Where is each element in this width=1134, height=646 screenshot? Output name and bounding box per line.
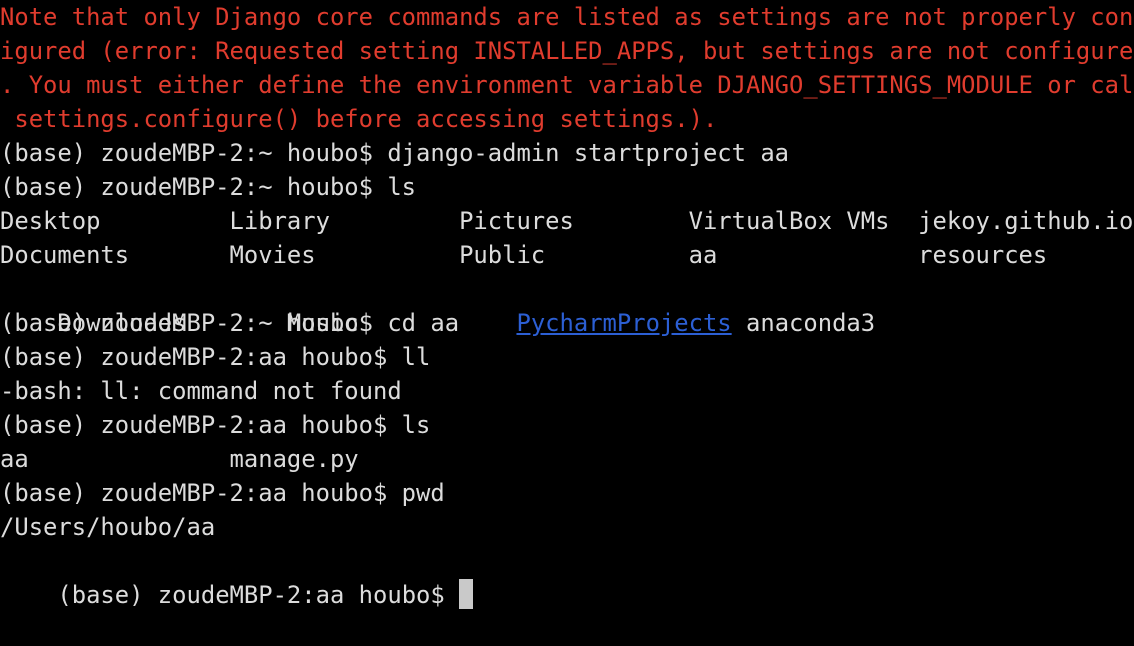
terminal-output-line: . You must either define the environment… bbox=[0, 71, 1134, 99]
terminal-prompt-line: (base) zoudeMBP-2:aa houbo$ pwd bbox=[0, 479, 445, 507]
terminal-prompt-line: (base) zoudeMBP-2:~ houbo$ django-admin … bbox=[0, 139, 790, 167]
terminal-output-line: /Users/houbo/aa bbox=[0, 513, 216, 541]
terminal-prompt-text: (base) zoudeMBP-2:aa houbo$ bbox=[57, 581, 460, 609]
terminal-active-prompt-line[interactable]: (base) zoudeMBP-2:aa houbo$ bbox=[0, 544, 1134, 609]
terminal-output-line: Downloads Music PycharmProjects anaconda… bbox=[0, 272, 1134, 337]
terminal-prompt-line: (base) zoudeMBP-2:~ houbo$ ls bbox=[0, 173, 417, 201]
terminal-output-line: igured (error: Requested setting INSTALL… bbox=[0, 37, 1134, 65]
terminal-output-line: Documents Movies Public aa resources bbox=[0, 241, 1048, 269]
terminal-prompt-line: (base) zoudeMBP-2:aa houbo$ ls bbox=[0, 411, 431, 439]
terminal-output-line: Note that only Django core commands are … bbox=[0, 3, 1134, 31]
terminal-cursor bbox=[459, 579, 474, 609]
terminal-output-line: Desktop Library Pictures VirtualBox VMs … bbox=[0, 207, 1134, 235]
terminal-output-line: -bash: ll: command not found bbox=[0, 377, 402, 405]
terminal-window[interactable]: Note that only Django core commands are … bbox=[0, 0, 1134, 609]
terminal-output-line: aa manage.py bbox=[0, 445, 359, 473]
terminal-prompt-line: (base) zoudeMBP-2:aa houbo$ ll bbox=[0, 343, 431, 371]
terminal-output-line: settings.configure() before accessing se… bbox=[0, 105, 718, 133]
ls-entry-anaconda3: anaconda3 bbox=[731, 309, 876, 337]
ls-entry-pycharmprojects-link[interactable]: PycharmProjects bbox=[516, 309, 731, 337]
